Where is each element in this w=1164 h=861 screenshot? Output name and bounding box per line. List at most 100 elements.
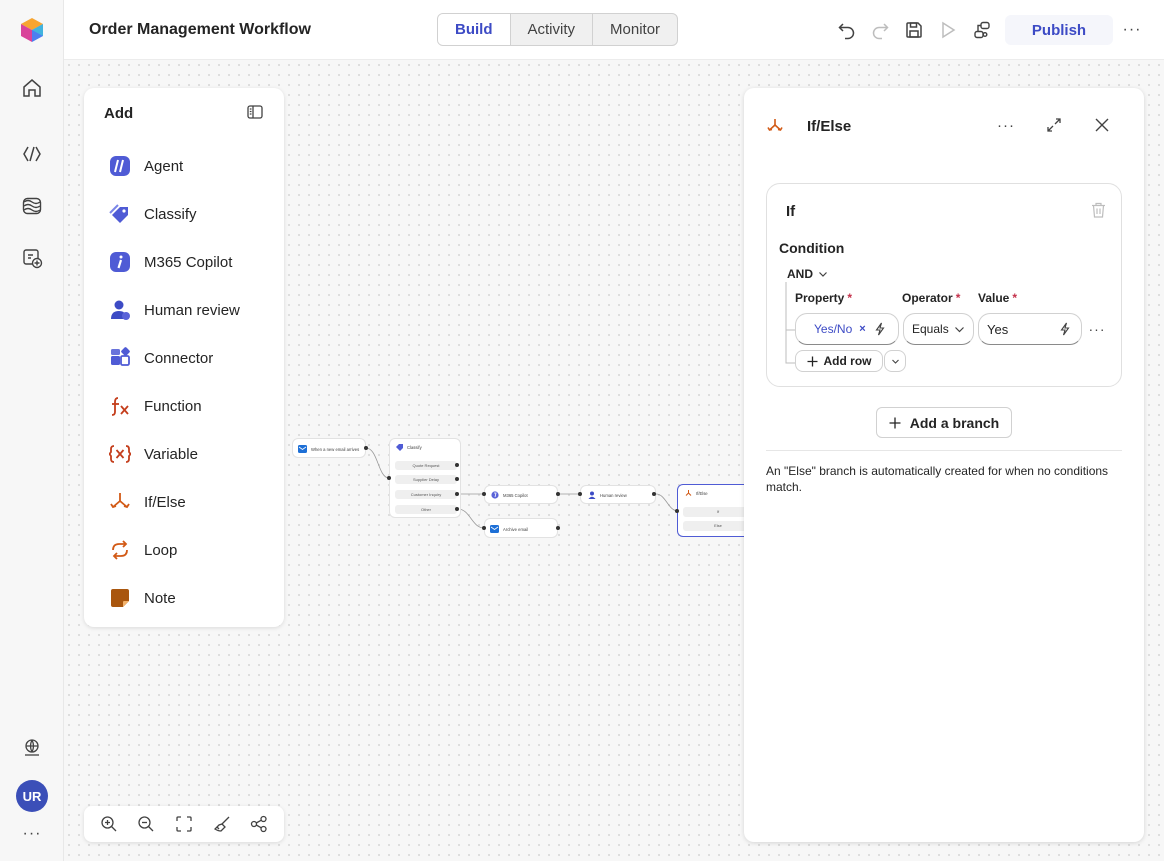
chevron-down-icon bbox=[955, 326, 964, 332]
add-panel: Add Agent Classify M365 Copilot Human re… bbox=[84, 88, 284, 627]
connector-dot[interactable] bbox=[455, 492, 459, 496]
home-icon[interactable] bbox=[16, 72, 48, 104]
operator-dropdown[interactable]: Equals bbox=[903, 313, 974, 345]
add-row-options-button[interactable] bbox=[884, 350, 906, 372]
condition-label: Condition bbox=[779, 240, 845, 256]
undo-icon[interactable] bbox=[835, 18, 859, 42]
run-icon[interactable] bbox=[936, 18, 960, 42]
add-loop-item[interactable]: Loop bbox=[108, 537, 177, 563]
chevron-down-icon bbox=[891, 359, 899, 364]
avatar[interactable]: UR bbox=[16, 780, 48, 812]
knowledge-icon[interactable] bbox=[16, 190, 48, 222]
connector-dot[interactable] bbox=[387, 476, 391, 480]
classify-icon bbox=[396, 444, 403, 451]
if-branch-card: If Condition AND Property * Operator * Val… bbox=[766, 183, 1122, 387]
add-copilot-item[interactable]: M365 Copilot bbox=[108, 249, 232, 275]
property-column-header: Property * bbox=[795, 291, 853, 305]
add-agent-item[interactable]: Agent bbox=[108, 153, 183, 179]
redo-icon[interactable] bbox=[868, 18, 892, 42]
human-review-node-label: Human review bbox=[600, 493, 627, 498]
canvas-toolbar bbox=[84, 806, 284, 842]
clean-up-icon[interactable] bbox=[210, 812, 234, 836]
agents-icon[interactable] bbox=[16, 138, 48, 170]
branch-chip: Else bbox=[683, 521, 753, 531]
expand-icon[interactable] bbox=[1044, 115, 1064, 135]
add-item-label: If/Else bbox=[144, 493, 186, 511]
environment-icon[interactable] bbox=[16, 732, 48, 764]
tab-monitor[interactable]: Monitor bbox=[592, 14, 677, 45]
more-options-icon[interactable]: ··· bbox=[16, 822, 48, 846]
more-options-icon[interactable]: ··· bbox=[996, 115, 1016, 135]
property-field[interactable]: Yes/No × bbox=[795, 313, 899, 345]
value-field[interactable]: Yes bbox=[978, 313, 1082, 345]
copilot-icon bbox=[491, 491, 499, 499]
publish-button[interactable]: Publish bbox=[1005, 15, 1113, 45]
add-item-label: Note bbox=[144, 589, 176, 607]
remove-tag-icon[interactable]: × bbox=[859, 323, 865, 335]
trigger-node[interactable]: When a new email arrives bbox=[292, 438, 366, 458]
divider bbox=[766, 450, 1122, 451]
tab-activity[interactable]: Activity bbox=[509, 14, 593, 45]
connector-dot[interactable] bbox=[455, 463, 459, 467]
add-item-label: M365 Copilot bbox=[144, 253, 233, 271]
dynamic-content-icon[interactable] bbox=[874, 322, 886, 336]
plus-icon bbox=[807, 356, 817, 366]
classify-node-label: Classify bbox=[407, 445, 422, 450]
connector-dot[interactable] bbox=[556, 526, 560, 530]
value-text: Yes bbox=[987, 321, 1009, 337]
zoom-in-icon[interactable] bbox=[97, 812, 121, 836]
category-chip: Other bbox=[395, 505, 457, 514]
archive-node[interactable]: Archive email bbox=[484, 518, 558, 538]
category-chip: Quote Request bbox=[395, 461, 457, 470]
share-icon[interactable] bbox=[247, 812, 271, 836]
add-function-item[interactable]: Function bbox=[108, 393, 202, 419]
connector-dot[interactable] bbox=[675, 509, 679, 513]
property-tag: Yes/No bbox=[814, 322, 853, 336]
save-icon[interactable] bbox=[902, 18, 926, 42]
connector-icon bbox=[108, 346, 132, 370]
connector-dot[interactable] bbox=[364, 446, 368, 450]
variable-icon bbox=[108, 442, 132, 466]
fit-to-screen-icon[interactable] bbox=[172, 812, 196, 836]
connections-icon[interactable] bbox=[970, 18, 994, 42]
human-review-node[interactable]: Human review bbox=[580, 485, 656, 504]
add-connector-item[interactable]: Connector bbox=[108, 345, 213, 371]
more-options-icon[interactable]: ··· bbox=[1120, 18, 1144, 42]
panel-collapse-icon[interactable] bbox=[246, 103, 266, 123]
panel-title: If/Else bbox=[807, 118, 852, 135]
add-human-review-item[interactable]: Human review bbox=[108, 297, 240, 323]
delete-icon[interactable] bbox=[1088, 200, 1108, 220]
add-classify-item[interactable]: Classify bbox=[108, 201, 197, 227]
connector-dot[interactable] bbox=[455, 507, 459, 511]
tab-build[interactable]: Build bbox=[438, 14, 510, 45]
zoom-out-icon[interactable] bbox=[134, 812, 158, 836]
add-row-button[interactable]: Add row bbox=[795, 350, 883, 372]
loop-icon bbox=[108, 538, 132, 562]
dynamic-content-icon[interactable] bbox=[1059, 322, 1071, 336]
operator-value: Equals bbox=[912, 322, 949, 336]
app-logo-icon[interactable] bbox=[19, 17, 45, 43]
create-icon[interactable] bbox=[16, 242, 48, 274]
add-if-else-item[interactable]: If/Else bbox=[108, 489, 186, 515]
classify-node[interactable]: Classify Quote Request Supplier Delay Cu… bbox=[389, 438, 461, 518]
else-branch-note: An "Else" branch is automatically create… bbox=[766, 464, 1109, 494]
add-variable-item[interactable]: Variable bbox=[108, 441, 198, 467]
connector-dot[interactable] bbox=[455, 477, 459, 481]
copilot-node[interactable]: M365 Copilot bbox=[484, 485, 558, 504]
if-else-icon bbox=[765, 116, 785, 136]
connector-dot[interactable] bbox=[482, 492, 486, 496]
connector-dot[interactable] bbox=[652, 492, 656, 496]
agent-icon bbox=[108, 154, 132, 178]
view-tabs: Build Activity Monitor bbox=[437, 13, 679, 46]
connector-dot[interactable] bbox=[482, 526, 486, 530]
connector-dot[interactable] bbox=[578, 492, 582, 496]
connector-dot[interactable] bbox=[556, 492, 560, 496]
row-more-options-icon[interactable]: ··· bbox=[1087, 319, 1107, 339]
outlook-icon bbox=[298, 445, 307, 453]
plus-icon bbox=[889, 417, 901, 428]
add-branch-button[interactable]: Add a branch bbox=[876, 407, 1012, 438]
add-panel-title: Add bbox=[104, 105, 134, 122]
add-note-item[interactable]: Note bbox=[108, 585, 176, 611]
logic-dropdown[interactable]: AND bbox=[787, 267, 828, 281]
close-icon[interactable] bbox=[1092, 115, 1112, 135]
